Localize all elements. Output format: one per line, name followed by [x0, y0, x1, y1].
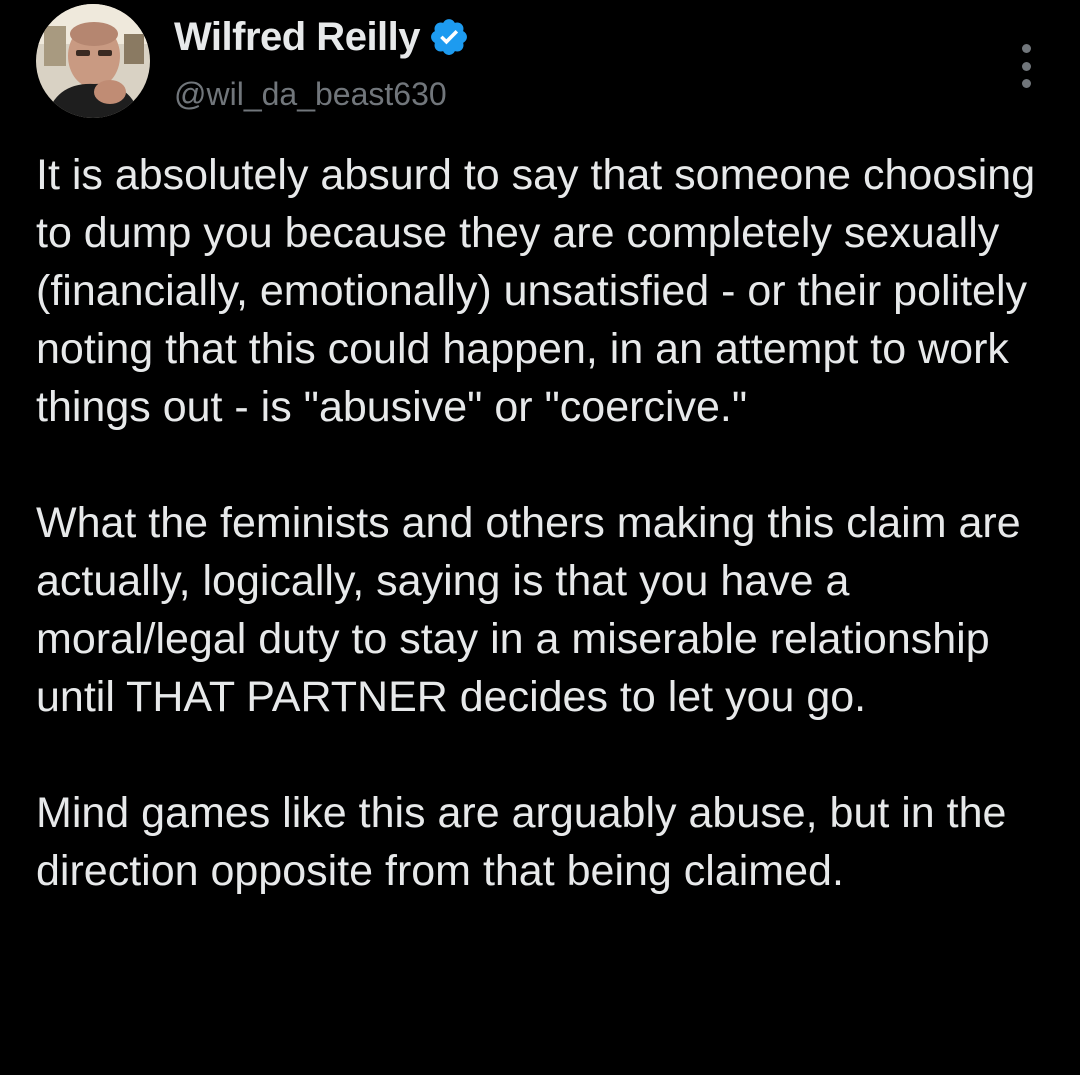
more-options-icon[interactable]	[1014, 44, 1038, 88]
more-dot	[1021, 61, 1031, 71]
more-dot	[1021, 79, 1031, 88]
tweet-paragraph: What the feminists and others making thi…	[36, 499, 1021, 721]
tweet-paragraph: It is absolutely absurd to say that some…	[36, 151, 1036, 431]
author-handle[interactable]: @wil_da_beast630	[174, 76, 470, 113]
tweet-text: It is absolutely absurd to say that some…	[36, 146, 1046, 900]
more-dot	[1021, 44, 1031, 53]
avatar-photo	[36, 4, 150, 118]
verified-badge-icon	[428, 16, 470, 58]
author-identity: Wilfred Reilly @wil_da_beast630	[174, 12, 470, 113]
name-row: Wilfred Reilly	[174, 12, 470, 62]
display-name[interactable]: Wilfred Reilly	[174, 15, 421, 60]
tweet-header: Wilfred Reilly @wil_da_beast630	[36, 4, 1044, 124]
avatar[interactable]	[36, 4, 150, 118]
tweet-paragraph: Mind games like this are arguably abuse,…	[36, 789, 1007, 895]
